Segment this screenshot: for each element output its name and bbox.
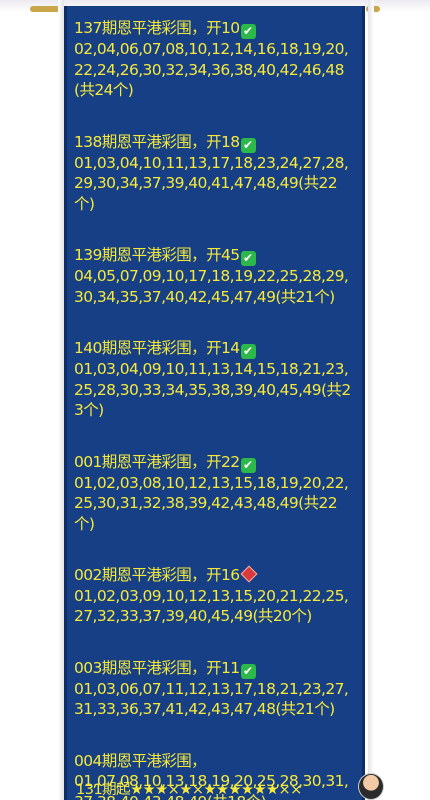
- avatar[interactable]: [358, 773, 384, 800]
- record-text: 139期恩平港彩围，开45 ✔ 04,05,07,09,10,17,18,19,22…: [74, 245, 356, 307]
- record-numbers: 04,05,07,09,10,17,18,19,22,25,28,29,30,3…: [74, 267, 349, 306]
- record-numbers: 01,03,04,09,10,11,13,14,15,18,21,23,25,2…: [74, 360, 351, 419]
- record-text: 140期恩平港彩围，开14 ✔ 01,03,04,09,10,11,13,14,15…: [74, 338, 356, 421]
- footer-text: 131期起★★★×★×★★★★★★××: [76, 782, 302, 798]
- record-list: 137期恩平港彩围，开10 ✔ 02,04,06,07,08,10,12,14,16…: [67, 6, 362, 800]
- record-text: 137期恩平港彩围，开10 ✔ 02,04,06,07,08,10,12,14,16…: [74, 18, 356, 101]
- record-period: 002期恩平港彩围，开16: [74, 566, 240, 584]
- record-numbers: 02,04,06,07,08,10,12,14,16,18,19,20,22,2…: [74, 40, 349, 99]
- record-period: 004期恩平港彩围，: [74, 751, 207, 770]
- record-item: 139期恩平港彩围，开45 ✔ 04,05,07,09,10,17,18,19,22…: [74, 245, 356, 307]
- check-mark-icon: ✔: [240, 137, 256, 153]
- scroll-rod-left: [30, 6, 60, 12]
- record-period: 137期恩平港彩围，开10: [74, 19, 240, 37]
- check-mark-icon: ✔: [240, 663, 256, 679]
- record-period: 138期恩平港彩围，开18: [74, 132, 240, 151]
- record-item: 140期恩平港彩围，开14 ✔ 01,03,04,09,10,11,13,14,15…: [74, 338, 356, 421]
- record-item: 138期恩平港彩围，开18 ✔ 01,03,04,10,11,13,17,18,23…: [74, 132, 356, 215]
- record-text: 138期恩平港彩围，开18 ✔ 01,03,04,10,11,13,17,18,23…: [74, 132, 356, 215]
- record-numbers: 01,03,04,10,11,13,17,18,23,24,27,28,29,3…: [74, 153, 349, 213]
- check-mark-icon: ✔: [240, 457, 256, 473]
- check-mark-icon: ✔: [240, 251, 256, 266]
- record-numbers: 01,02,03,09,10,12,13,15,20,21,22,25,27,3…: [74, 586, 349, 626]
- record-item: 137期恩平港彩围，开10 ✔ 02,04,06,07,08,10,12,14,16…: [74, 18, 356, 101]
- check-mark-icon: ✔: [240, 344, 256, 359]
- record-period: 001期恩平港彩围，开22: [74, 452, 240, 471]
- record-text: 002期恩平港彩围，开16 01,02,03,09,10,12,13,15,20,…: [74, 565, 356, 627]
- scroll-board: 137期恩平港彩围，开10 ✔ 02,04,06,07,08,10,12,14,16…: [64, 6, 365, 800]
- record-item: 003期恩平港彩围，开11 ✔ 01,03,06,07,11,12,13,17,18…: [74, 658, 356, 720]
- record-text: 003期恩平港彩围，开11 ✔ 01,03,06,07,11,12,13,17,18…: [74, 658, 356, 720]
- right-shadow: [368, 0, 374, 800]
- record-numbers: 01,03,06,07,11,12,13,17,18,21,23,27,31,3…: [74, 679, 349, 719]
- record-item: 001期恩平港彩围，开22 ✔ 01,02,03,08,10,12,13,15,18…: [74, 452, 356, 535]
- record-text: 001期恩平港彩围，开22 ✔ 01,02,03,08,10,12,13,15,18…: [74, 452, 356, 535]
- record-period: 139期恩平港彩围，开45: [74, 246, 240, 264]
- record-period: 140期恩平港彩围，开14: [74, 339, 240, 357]
- record-numbers: 01,02,03,08,10,12,13,15,18,19,20,22,25,3…: [74, 473, 349, 533]
- red-diamond-icon: [240, 565, 258, 583]
- check-mark-icon: ✔: [240, 24, 256, 39]
- record-item: 002期恩平港彩围，开16 01,02,03,09,10,12,13,15,20,…: [74, 565, 356, 627]
- record-period: 003期恩平港彩围，开11: [74, 658, 240, 677]
